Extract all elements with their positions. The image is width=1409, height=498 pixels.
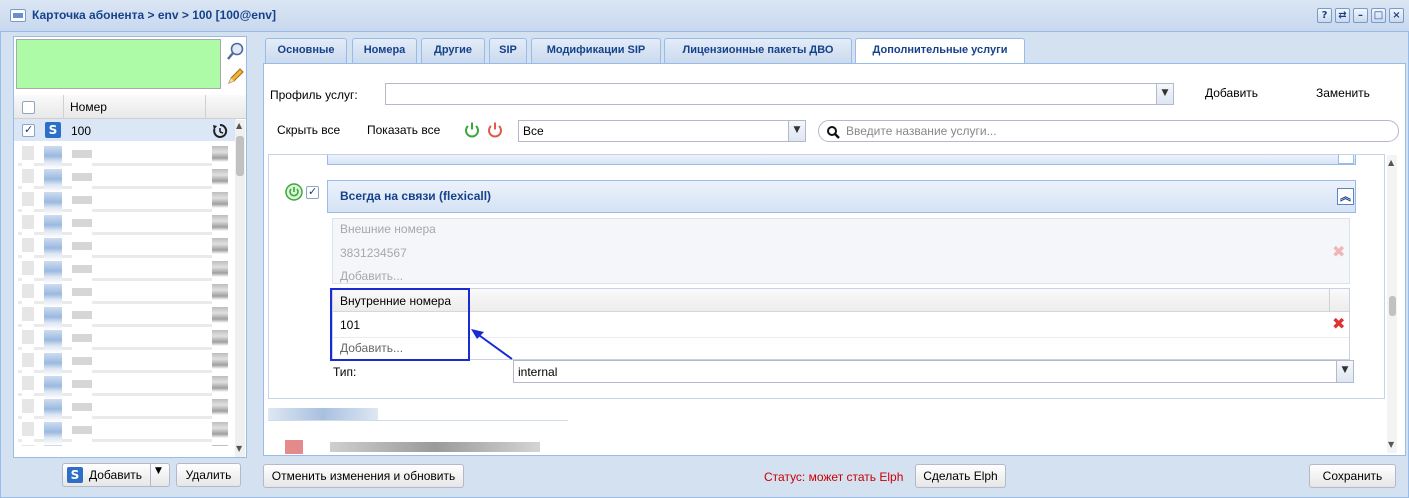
blurred-action-column (212, 146, 228, 446)
service-enabled-checkbox[interactable] (306, 185, 319, 199)
cancel-refresh-button[interactable]: Отменить изменения и обновить (263, 464, 464, 488)
column-header-number[interactable]: Номер (70, 100, 107, 114)
previous-service-header[interactable] (327, 155, 1356, 165)
header-divider (205, 95, 206, 119)
grid-header (14, 95, 246, 119)
filter-area[interactable] (16, 39, 221, 89)
delete-icon[interactable]: ✖ (1332, 314, 1345, 333)
maximize-icon[interactable]: □ (1371, 8, 1386, 23)
delete-subscriber-button[interactable]: Удалить (176, 463, 241, 487)
save-button[interactable]: Сохранить (1309, 464, 1396, 488)
chevron-down-icon[interactable]: ▼ (1156, 84, 1173, 104)
scroll-up-arrow[interactable]: ▲ (1388, 158, 1394, 167)
expand-all-button[interactable]: Показать все (367, 123, 440, 137)
external-numbers-grid (332, 218, 1350, 284)
tab-additional-services[interactable]: Дополнительные услуги (855, 38, 1025, 64)
sip-subscriber-icon: S (45, 122, 61, 138)
delete-icon[interactable]: ✖ (1332, 242, 1345, 261)
blurred-icon-column (44, 146, 62, 446)
add-profile-button[interactable]: Добавить (1205, 86, 1258, 100)
sip-subscriber-icon: S (67, 467, 83, 483)
tab-numbers[interactable]: Номера (352, 38, 417, 63)
scroll-up-arrow[interactable]: ▲ (236, 121, 242, 130)
swap-icon[interactable]: ⇄ (1335, 8, 1350, 23)
help-icon[interactable]: ? (1317, 8, 1332, 23)
status-filter-combo[interactable]: Все ▼ (518, 120, 806, 142)
history-icon[interactable] (212, 123, 228, 139)
chevron-down-icon[interactable]: ▼ (155, 466, 162, 476)
window-title: Карточка абонента > env > 100 [100@env] (32, 8, 276, 22)
list-scroll-thumb[interactable] (236, 136, 244, 176)
search-icon (827, 126, 840, 139)
header-divider (63, 95, 64, 119)
close-icon[interactable]: × (1389, 8, 1404, 23)
services-scroll-thumb[interactable] (1389, 296, 1396, 316)
blurred-icon (285, 440, 303, 454)
status-text: Статус: может стать Elph (764, 470, 904, 484)
minimize-icon[interactable]: – (1353, 8, 1368, 23)
type-combo[interactable]: internal ▼ (513, 360, 1354, 383)
tab-other[interactable]: Другие (421, 38, 485, 63)
search-placeholder: Введите название услуги... (846, 124, 997, 138)
collapse-all-button[interactable]: Скрыть все (277, 123, 340, 137)
row-checkbox[interactable] (22, 123, 35, 137)
split-divider (150, 464, 151, 486)
tab-basic[interactable]: Основные (265, 38, 347, 63)
search-icon[interactable] (225, 41, 245, 61)
tab-sip[interactable]: SIP (489, 38, 527, 63)
filter-value: Все (523, 124, 544, 138)
scroll-down-arrow[interactable]: ▼ (1388, 440, 1394, 449)
power-on-icon[interactable] (285, 183, 303, 201)
external-number-value: 3831234567 (340, 246, 407, 260)
chevron-down-icon[interactable]: ▼ (788, 121, 805, 141)
power-on-icon[interactable] (463, 121, 481, 139)
external-add-link[interactable]: Добавить... (340, 269, 403, 283)
chevron-down-icon[interactable]: ▼ (1336, 361, 1353, 382)
collapse-icon[interactable] (1338, 155, 1354, 164)
type-label: Тип: (333, 365, 357, 379)
service-search-input[interactable]: Введите название услуги... (818, 120, 1399, 142)
tab-sip-modifications[interactable]: Модификации SIP (531, 38, 661, 63)
header-divider (1329, 289, 1330, 312)
blurred-checkbox-column (22, 146, 34, 446)
external-numbers-header: Внешние номера (340, 222, 436, 236)
edit-pencil-icon[interactable] (225, 66, 245, 86)
power-off-icon[interactable] (486, 121, 504, 139)
make-elph-button[interactable]: Сделать Elph (915, 464, 1006, 488)
highlight-frame (330, 288, 470, 361)
tab-license-packages[interactable]: Лицензионные пакеты ДВО (664, 38, 852, 63)
service-title: Всегда на связи (flexicall) (340, 189, 492, 203)
profile-combo[interactable]: ▼ (385, 83, 1174, 105)
internal-grid-header (333, 289, 1349, 312)
blurred-service-title (330, 442, 540, 452)
replace-profile-button[interactable]: Заменить (1316, 86, 1370, 100)
collapse-up-icon[interactable]: ︽ (1337, 188, 1354, 205)
scroll-down-arrow[interactable]: ▼ (236, 444, 242, 453)
blurred-section-title (268, 408, 378, 420)
pointer-arrow (471, 329, 513, 360)
row-number: 100 (71, 124, 92, 138)
type-value: internal (518, 365, 558, 379)
select-all-checkbox[interactable] (22, 101, 35, 114)
blurred-number-column (72, 150, 92, 446)
blurred-divider (268, 420, 568, 421)
profile-label: Профиль услуг: (270, 88, 358, 102)
window-card-icon (10, 9, 26, 22)
